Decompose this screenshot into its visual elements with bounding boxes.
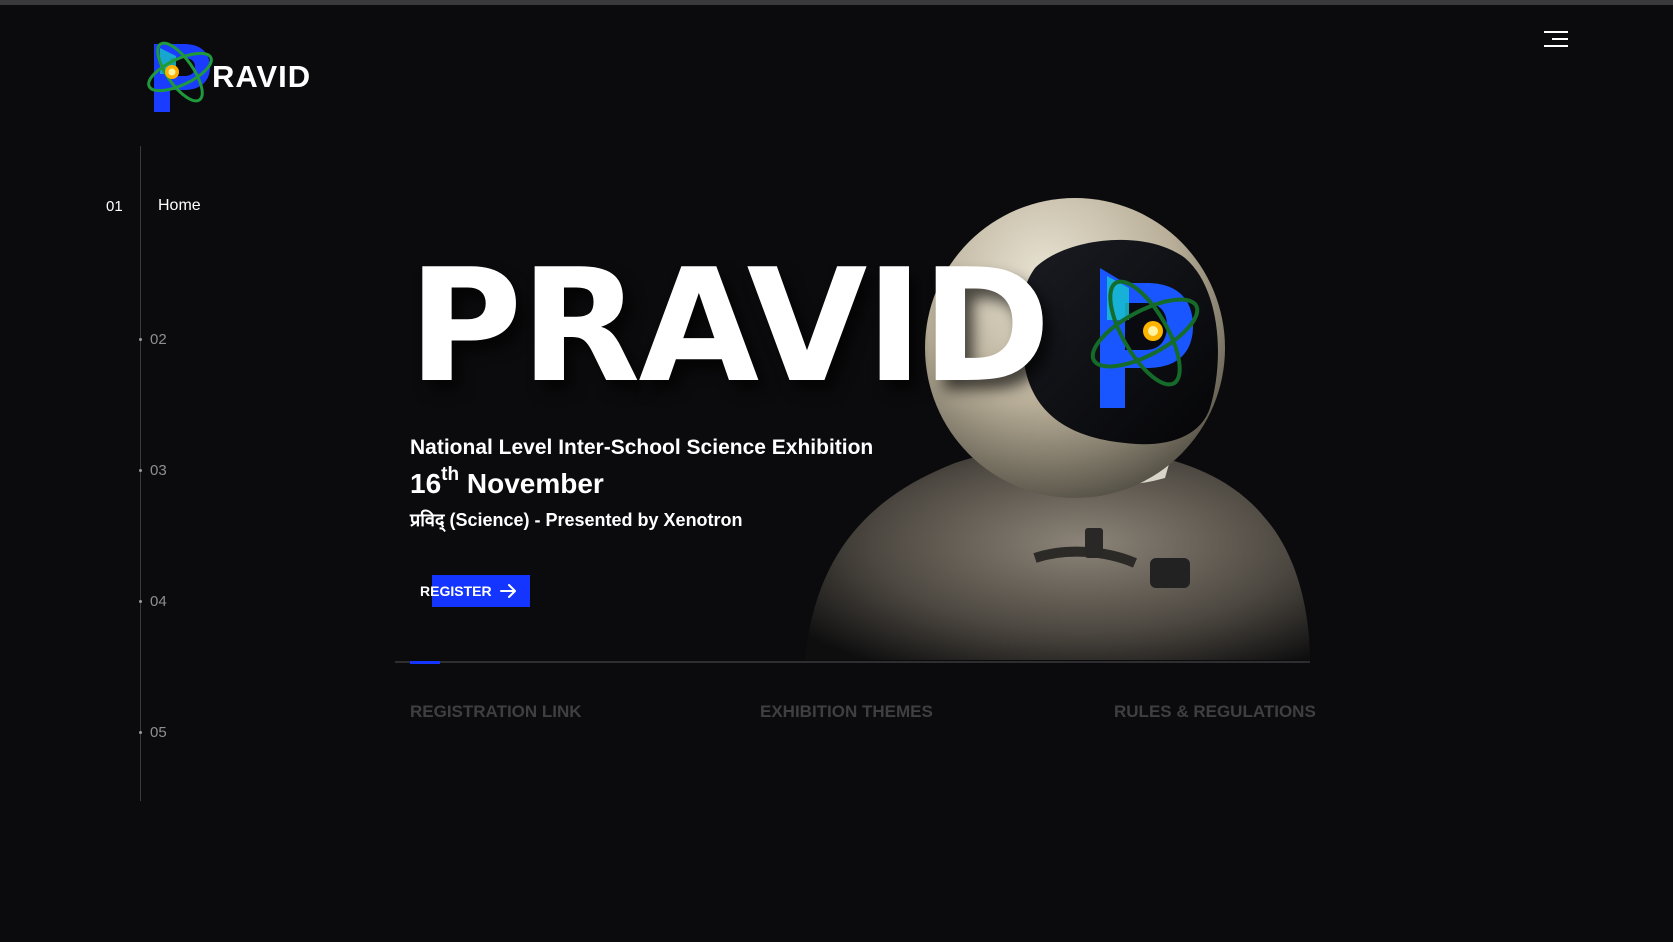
- side-nav-item-01[interactable]: 01 Home: [0, 196, 220, 220]
- date-day: 16: [410, 468, 442, 499]
- tab-exhibition-themes[interactable]: EXHIBITION THEMES: [760, 702, 933, 722]
- tab-registration-link[interactable]: REGISTRATION LINK: [410, 702, 582, 722]
- slider-progress-fill: [410, 661, 440, 664]
- logo-text: RAVID: [212, 59, 312, 94]
- register-button[interactable]: REGISTER: [420, 575, 530, 607]
- top-bar: [0, 0, 1673, 5]
- menu-line: [1552, 38, 1568, 40]
- hero-tagline: प्रविद् (Science) - Presented by Xenotro…: [410, 510, 743, 530]
- side-nav-item-03[interactable]: 03: [140, 459, 180, 483]
- side-nav-label: Home: [158, 197, 201, 214]
- site-logo[interactable]: RAVID: [140, 34, 320, 124]
- event-date: 16th November: [410, 464, 604, 500]
- side-nav-item-02[interactable]: 02: [140, 328, 180, 352]
- menu-line: [1544, 45, 1568, 47]
- arrow-right-icon: [500, 584, 516, 598]
- side-nav-item-04[interactable]: 04: [140, 590, 180, 614]
- side-nav-number: 05: [150, 724, 167, 741]
- side-nav-number: 03: [150, 462, 167, 479]
- hero-subtitle: National Level Inter-School Science Exhi…: [410, 436, 874, 459]
- hero-title: PRAVID: [408, 235, 1051, 417]
- side-nav-number: 02: [150, 331, 167, 348]
- hamburger-menu-icon[interactable]: [1540, 28, 1568, 50]
- date-suffix: th: [441, 464, 460, 485]
- side-nav-number: 01: [106, 198, 123, 215]
- slider-progress-track: [395, 661, 1310, 663]
- menu-line: [1544, 31, 1568, 33]
- tab-rules-regulations[interactable]: RULES & REGULATIONS: [1114, 702, 1316, 722]
- side-nav-number: 04: [150, 593, 167, 610]
- register-button-label: REGISTER: [420, 583, 492, 599]
- side-nav-item-05[interactable]: 05: [140, 721, 180, 745]
- atom-p-logo-icon: [147, 41, 213, 112]
- date-month: November: [466, 468, 604, 499]
